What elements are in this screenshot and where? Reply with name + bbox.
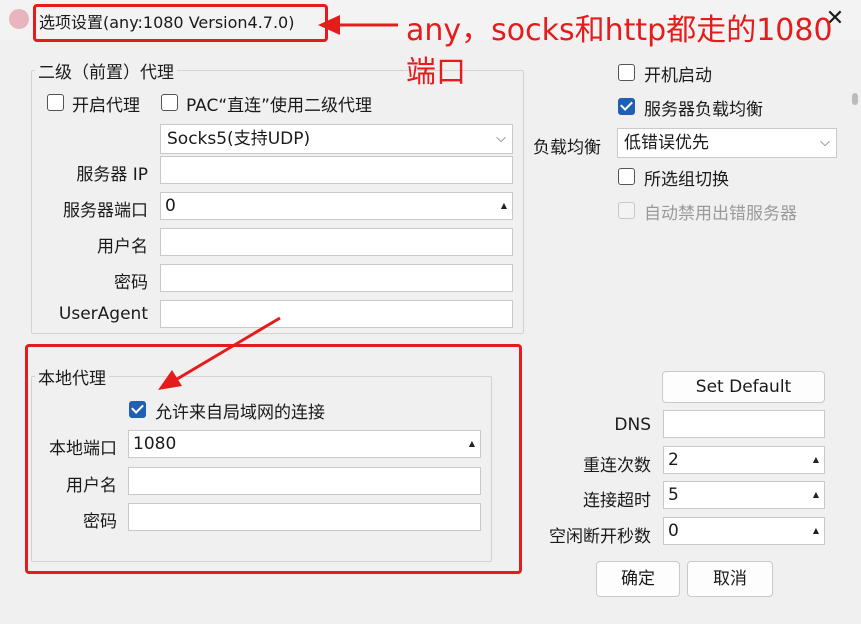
annotation-arrow-title [318, 15, 398, 35]
annotation-arrows [158, 15, 398, 390]
annotation-arrow-allow-lan [158, 316, 281, 390]
